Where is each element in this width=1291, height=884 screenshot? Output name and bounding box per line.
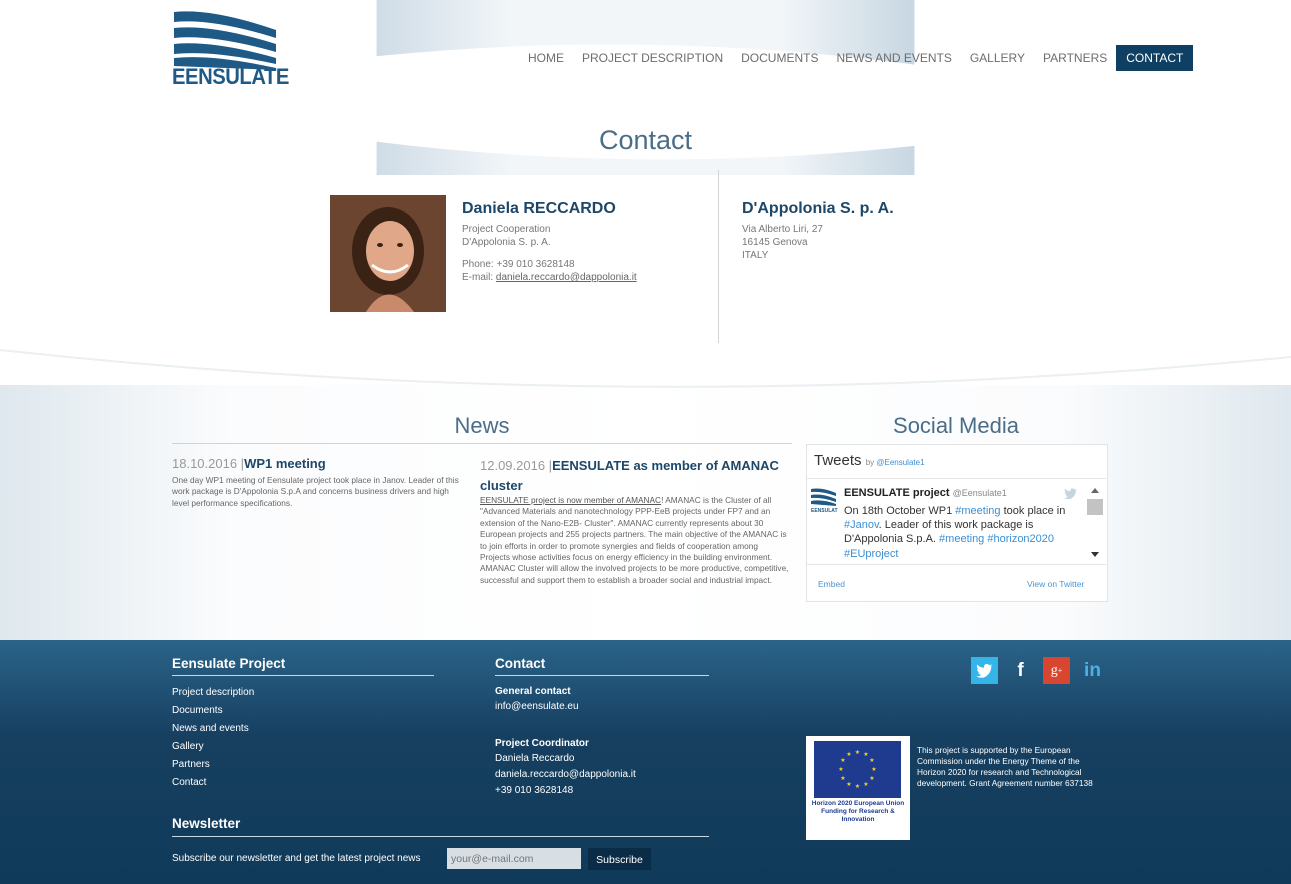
news-item-1-title[interactable]: WP1 meeting: [244, 456, 326, 471]
email-label: E-mail:: [462, 272, 496, 283]
company-address1: Via Alberto Liri, 27: [742, 224, 823, 235]
person-email-link[interactable]: daniela.reccardo@dappolonia.it: [496, 272, 637, 283]
svg-text:★: ★: [871, 766, 876, 773]
news-top-curve: [0, 349, 1291, 388]
tweets-by: by @Eensulate1: [866, 458, 925, 467]
footer-project-title: Eensulate Project: [172, 656, 286, 671]
eu-caption: Horizon 2020 European Union Funding for …: [811, 800, 905, 823]
coordinator-email[interactable]: daniela.reccardo@dappolonia.it: [495, 769, 636, 780]
person-role: Project Cooperation: [462, 224, 551, 235]
view-on-twitter-link[interactable]: View on Twitter: [1027, 579, 1084, 589]
svg-text:★: ★: [855, 749, 860, 756]
linkedin-icon[interactable]: in: [1079, 657, 1106, 684]
footer-link-project-description[interactable]: Project description: [172, 687, 254, 698]
tweet-hashtag-janov[interactable]: #Janov: [844, 519, 879, 531]
tweet-avatar-icon[interactable]: EENSULATE: [810, 487, 838, 513]
footer-contact-line: [495, 675, 709, 676]
twitter-handle-link[interactable]: @Eensulate1: [876, 458, 924, 467]
news-item-2-link[interactable]: EENSULATE project is now member of AMANA…: [480, 495, 661, 505]
eu-funding-logo: ★ ★ ★ ★ ★ ★ ★ ★ ★ ★ ★ ★ Horizon 2020 Eur…: [806, 736, 910, 840]
svg-text:★: ★: [855, 783, 860, 790]
svg-text:EENSULATE: EENSULATE: [811, 508, 838, 513]
person-phone: Phone: +39 010 3628148: [462, 259, 575, 270]
svg-text:★: ★: [863, 781, 868, 788]
company-name: D'Appolonia S. p. A.: [742, 200, 894, 217]
tweet-text-2: took place in: [1000, 505, 1066, 517]
newsletter-email-input[interactable]: [447, 848, 581, 869]
svg-text:★: ★: [863, 751, 868, 758]
subscribe-button[interactable]: Subscribe: [588, 848, 651, 870]
nav-contact[interactable]: CONTACT: [1116, 45, 1194, 71]
footer-link-documents[interactable]: Documents: [172, 705, 223, 716]
company-address2: 16145 Genova: [742, 237, 808, 248]
footer-link-partners[interactable]: Partners: [172, 759, 210, 770]
company-country: ITALY: [742, 250, 769, 261]
tweet-handle: @Eensulate1: [952, 488, 1007, 498]
nav-documents[interactable]: DOCUMENTS: [732, 45, 827, 71]
nav-partners[interactable]: PARTNERS: [1034, 45, 1116, 71]
main-nav: HOME PROJECT DESCRIPTION DOCUMENTS NEWS …: [519, 45, 1194, 71]
footer-link-gallery[interactable]: Gallery: [172, 741, 204, 752]
footer-link-contact[interactable]: Contact: [172, 777, 206, 788]
svg-text:★: ★: [869, 775, 874, 782]
person-photo: [330, 195, 446, 312]
svg-text:★: ★: [840, 775, 845, 782]
nav-news-and-events[interactable]: NEWS AND EVENTS: [827, 45, 960, 71]
coordinator-phone: +39 010 3628148: [495, 785, 574, 796]
news-item-1-date: 18.10.2016 |: [172, 456, 245, 471]
google-plus-icon[interactable]: g +: [1043, 657, 1070, 684]
social-title: Social Media: [893, 413, 1019, 438]
news-item-2-body: EENSULATE project is now member of AMANA…: [480, 495, 790, 586]
newsletter-title: Newsletter: [172, 816, 241, 831]
person-company: D'Appolonia S. p. A.: [462, 237, 551, 248]
general-contact-label: General contact: [495, 686, 571, 697]
svg-text:★: ★: [846, 781, 851, 788]
news-item-1-header: 18.10.2016 |WP1 meeting: [172, 456, 462, 471]
news-item-2-text: ! AMANAC is the Cluster of all "Advanced…: [480, 495, 789, 585]
svg-text:★: ★: [869, 757, 874, 764]
twitter-widget-title: Tweets by @Eensulate1: [814, 452, 925, 469]
project-coordinator-label: Project Coordinator: [495, 738, 589, 749]
news-item-1-body: One day WP1 meeting of Eensulate project…: [172, 475, 459, 508]
tweet-text: On 18th October WP1 #meeting took place …: [844, 504, 1084, 561]
news-item-2-date: 12.09.2016 |: [480, 458, 553, 473]
person-name: Daniela RECCARDO: [462, 200, 616, 217]
twitter-footer-separator: [806, 564, 1106, 565]
page-title: Contact: [598, 125, 693, 155]
eu-funding-text: This project is supported by the Europea…: [917, 745, 1093, 788]
facebook-icon[interactable]: f: [1007, 657, 1034, 684]
news-item-2-header: 12.09.2016 |EENSULATE as member of AMANA…: [480, 456, 790, 496]
news-divider: [172, 443, 792, 444]
embed-link[interactable]: Embed: [818, 579, 845, 589]
coordinator-name: Daniela Reccardo: [495, 753, 575, 764]
nav-gallery[interactable]: GALLERY: [961, 45, 1034, 71]
footer-contact-title: Contact: [495, 656, 546, 671]
tweet-user-name: EENSULATE project: [844, 487, 950, 499]
svg-text:★: ★: [838, 766, 843, 773]
person-email-row: E-mail: daniela.reccardo@dappolonia.it: [462, 272, 637, 283]
scrollbar-arrows-icon: [1087, 488, 1103, 557]
twitter-separator: [806, 478, 1106, 479]
newsletter-text: Subscribe our newsletter and get the lat…: [172, 853, 421, 864]
by-label: by: [865, 458, 877, 467]
tweet-hashtag-meeting[interactable]: #meeting: [955, 505, 1000, 517]
tweet-user[interactable]: EENSULATE project @Eensulate1: [844, 487, 1007, 499]
tweet-scrollbar[interactable]: [1087, 484, 1103, 564]
logo-text: EENSULATE: [172, 64, 289, 89]
svg-text:★: ★: [840, 757, 845, 764]
nav-project-description[interactable]: PROJECT DESCRIPTION: [573, 45, 732, 71]
svg-text:★: ★: [846, 751, 851, 758]
twitter-bird-icon: [1064, 488, 1077, 499]
general-contact-email[interactable]: info@eensulate.eu: [495, 701, 579, 712]
footer-link-news-and-events[interactable]: News and events: [172, 723, 249, 734]
contact-divider: [718, 170, 719, 343]
tweets-label: Tweets: [814, 452, 862, 469]
footer-project-line: [172, 675, 434, 676]
newsletter-line: [172, 836, 709, 837]
nav-home[interactable]: HOME: [519, 45, 573, 71]
eu-flag-icon: ★ ★ ★ ★ ★ ★ ★ ★ ★ ★ ★ ★: [814, 741, 901, 798]
twitter-icon[interactable]: [971, 657, 998, 684]
news-title: News: [454, 413, 510, 438]
tweet-text-1: On 18th October WP1: [844, 505, 956, 517]
